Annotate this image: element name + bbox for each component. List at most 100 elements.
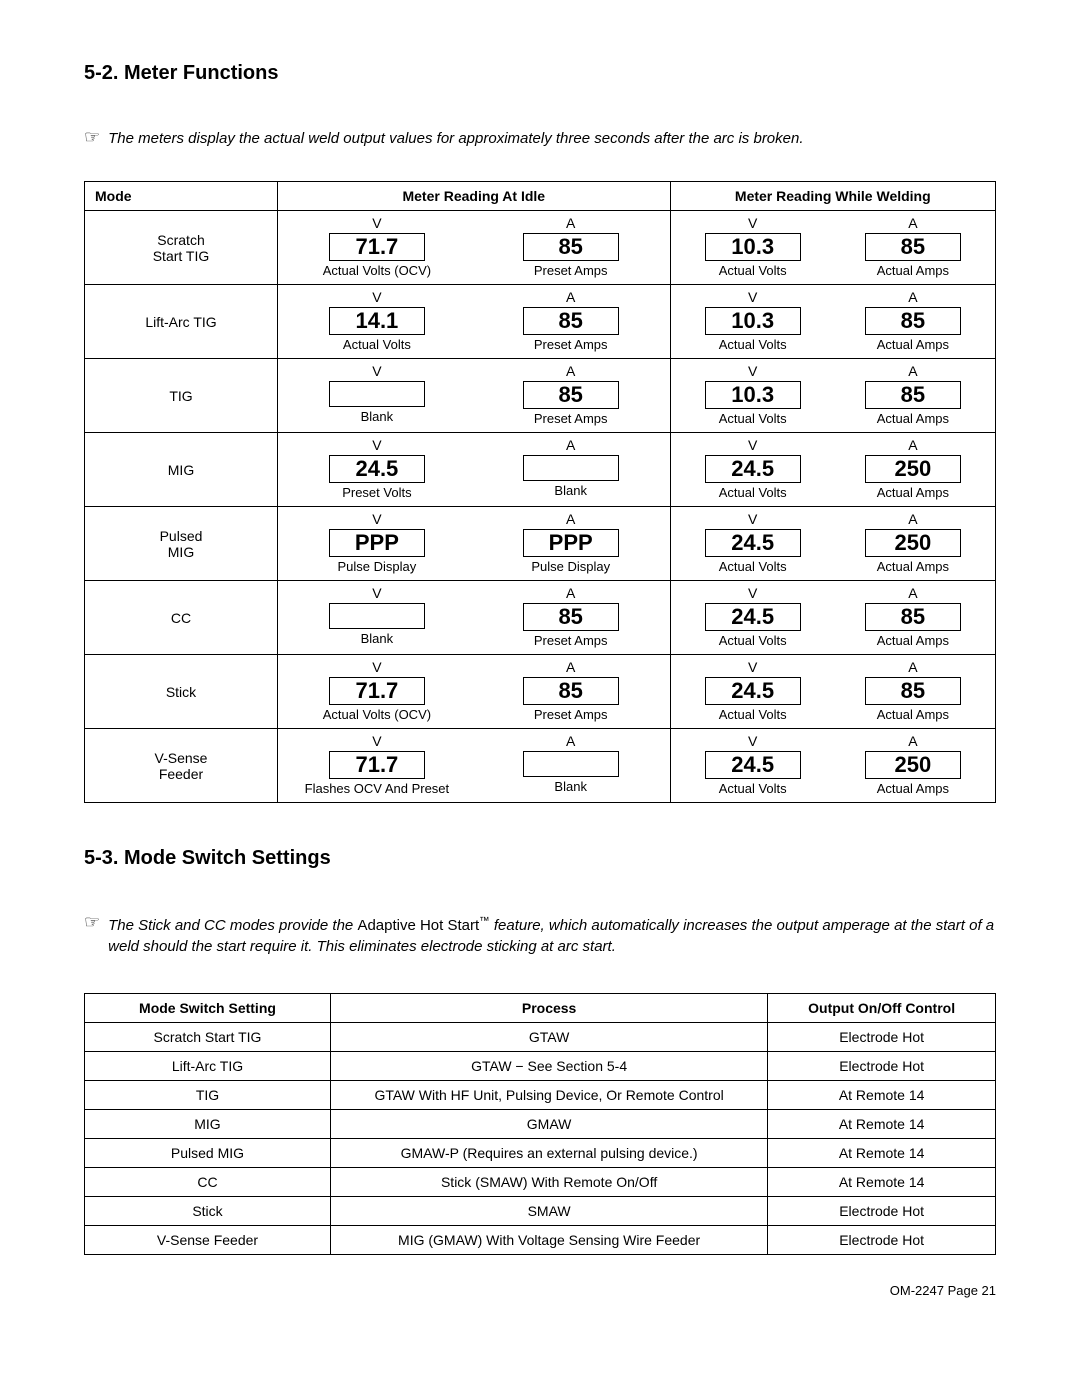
modes-col-mode: Mode Switch Setting xyxy=(85,993,331,1022)
reading-top-label: A xyxy=(566,659,575,675)
modes-col-control: Output On/Off Control xyxy=(768,993,996,1022)
reading-top-label: V xyxy=(372,659,381,675)
reading-bottom-label: Preset Amps xyxy=(534,263,608,278)
table-row: ScratchStart TIGV71.7Actual Volts (OCV)A… xyxy=(85,211,996,285)
reading-block: V24.5Actual Volts xyxy=(677,511,829,574)
reading-value-box xyxy=(523,751,619,777)
mode-cell: TIG xyxy=(85,1080,331,1109)
mode-line: Scratch xyxy=(91,232,271,248)
reading-value-box: 85 xyxy=(865,307,961,335)
process-cell: GTAW xyxy=(330,1022,767,1051)
reading-bottom-label: Blank xyxy=(361,631,394,646)
reading-value-box: 85 xyxy=(523,307,619,335)
meter-col-idle: Meter Reading At Idle xyxy=(278,182,671,211)
mode-line: Lift-Arc TIG xyxy=(91,314,271,330)
mode-line: Stick xyxy=(91,684,271,700)
reading-top-label: A xyxy=(566,585,575,601)
mode-line: Start TIG xyxy=(91,248,271,264)
reading-block: VBlank xyxy=(284,363,470,426)
reading-value-box: 85 xyxy=(523,677,619,705)
mode-cell: ScratchStart TIG xyxy=(85,211,278,285)
reading-bottom-label: Actual Amps xyxy=(877,337,949,352)
reading-value-box: 85 xyxy=(523,603,619,631)
reading-value-box: 85 xyxy=(523,233,619,261)
reading-top-label: V xyxy=(748,289,757,305)
process-cell: GTAW − See Section 5-4 xyxy=(330,1051,767,1080)
table-row: Pulsed MIGGMAW-P (Requires an external p… xyxy=(85,1138,996,1167)
reading-bottom-label: Preset Amps xyxy=(534,707,608,722)
control-cell: Electrode Hot xyxy=(768,1022,996,1051)
idle-cell: V24.5Preset VoltsABlank xyxy=(278,433,671,507)
mode-cell: MIG xyxy=(85,433,278,507)
reading-value-box: 250 xyxy=(865,455,961,483)
process-cell: SMAW xyxy=(330,1196,767,1225)
table-row: MIG V24.5Preset VoltsABlankV24.5Actual Vo… xyxy=(85,433,996,507)
reading-bottom-label: Actual Amps xyxy=(877,263,949,278)
weld-cell: V10.3Actual VoltsA85Actual Amps xyxy=(670,359,995,433)
idle-cell: VBlankA85Preset Amps xyxy=(278,359,671,433)
reading-block: V24.5Actual Volts xyxy=(677,659,829,722)
process-cell: GMAW xyxy=(330,1109,767,1138)
control-cell: Electrode Hot xyxy=(768,1196,996,1225)
control-cell: At Remote 14 xyxy=(768,1109,996,1138)
table-row: V-Sense FeederMIG (GMAW) With Voltage Se… xyxy=(85,1225,996,1254)
reading-top-label: A xyxy=(566,437,575,453)
reading-value-box xyxy=(329,603,425,629)
idle-cell: V71.7Flashes OCV And PresetABlank xyxy=(278,729,671,803)
meter-col-mode: Mode xyxy=(85,182,278,211)
reading-block: V24.5Actual Volts xyxy=(677,437,829,500)
idle-cell: V71.7Actual Volts (OCV)A85Preset Amps xyxy=(278,211,671,285)
reading-bottom-label: Actual Volts xyxy=(719,707,787,722)
reading-block: V24.5Actual Volts xyxy=(677,585,829,648)
reading-value-box: 250 xyxy=(865,751,961,779)
reading-block: A 85 Preset Amps xyxy=(478,659,664,722)
mode-line: CC xyxy=(91,610,271,626)
control-cell: Electrode Hot xyxy=(768,1051,996,1080)
process-cell: GTAW With HF Unit, Pulsing Device, Or Re… xyxy=(330,1080,767,1109)
table-row: StickV71.7Actual Volts (OCV)A85Preset Am… xyxy=(85,655,996,729)
weld-cell: V24.5Actual VoltsA250Actual Amps xyxy=(670,507,995,581)
reading-value-box: 10.3 xyxy=(705,233,801,261)
mode-cell: V-SenseFeeder xyxy=(85,729,278,803)
reading-block: A85Actual Amps xyxy=(837,585,989,648)
control-cell: At Remote 14 xyxy=(768,1138,996,1167)
control-cell: At Remote 14 xyxy=(768,1167,996,1196)
reading-bottom-label: Actual Volts xyxy=(343,337,411,352)
reading-value-box: 24.5 xyxy=(705,603,801,631)
reading-top-label: V xyxy=(748,437,757,453)
reading-value-box: 14.1 xyxy=(329,307,425,335)
reading-bottom-label: Blank xyxy=(361,409,394,424)
reading-bottom-label: Actual Amps xyxy=(877,559,949,574)
process-cell: MIG (GMAW) With Voltage Sensing Wire Fee… xyxy=(330,1225,767,1254)
reading-value-box: 24.5 xyxy=(705,529,801,557)
reading-top-label: A xyxy=(908,733,917,749)
reading-top-label: V xyxy=(372,437,381,453)
reading-top-label: A xyxy=(908,585,917,601)
weld-cell: V24.5Actual VoltsA250Actual Amps xyxy=(670,729,995,803)
section-5-3-note-row: ☞ The Stick and CC modes provide the Ada… xyxy=(84,914,996,957)
reading-top-label: A xyxy=(908,511,917,527)
reading-top-label: A xyxy=(566,511,575,527)
mode-cell: Pulsed MIG xyxy=(85,1138,331,1167)
weld-cell: V24.5Actual VoltsA250Actual Amps xyxy=(670,433,995,507)
reading-value-box: 71.7 xyxy=(329,677,425,705)
reading-value-box: 85 xyxy=(523,381,619,409)
table-row: Lift-Arc TIG V 14.1 Actual Volts A85Preset A… xyxy=(85,285,996,359)
reading-block: ABlank xyxy=(478,437,664,500)
mode-cell: Scratch Start TIG xyxy=(85,1022,331,1051)
mode-cell: CC xyxy=(85,581,278,655)
reading-bottom-label: Actual Amps xyxy=(877,485,949,500)
reading-bottom-label: Pulse Display xyxy=(531,559,610,574)
mode-cell: Stick xyxy=(85,655,278,729)
reading-block: A85Preset Amps xyxy=(478,289,664,352)
control-cell: At Remote 14 xyxy=(768,1080,996,1109)
mode-line: MIG xyxy=(91,462,271,478)
reading-block: A85Actual Amps xyxy=(837,659,989,722)
section-5-3-heading: 5-3. Mode Switch Settings xyxy=(84,847,996,870)
reading-value-box: 85 xyxy=(865,381,961,409)
mode-line: Pulsed xyxy=(91,528,271,544)
reading-value-box xyxy=(329,381,425,407)
reading-bottom-label: Preset Amps xyxy=(534,633,608,648)
reading-block: APPPPulse Display xyxy=(478,511,664,574)
reading-block: VPPPPulse Display xyxy=(284,511,470,574)
